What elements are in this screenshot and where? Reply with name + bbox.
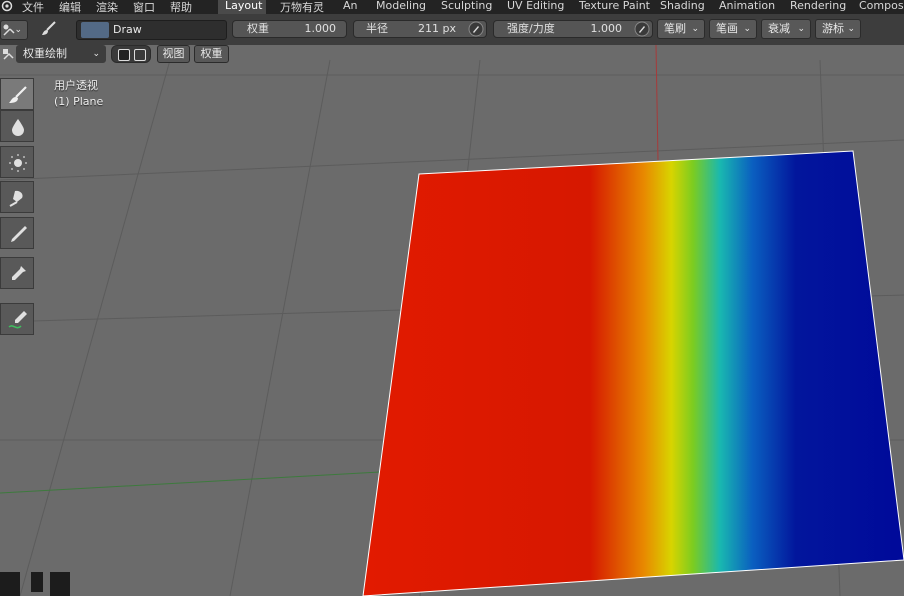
tool-average[interactable] (0, 146, 34, 178)
brush-icon (42, 21, 56, 35)
tab-layout[interactable]: Layout (218, 0, 266, 14)
tab-modeling[interactable]: Modeling (376, 0, 426, 12)
tool-gradient[interactable] (0, 217, 34, 249)
viewport-grid (0, 44, 904, 596)
brush-dropdown[interactable]: 笔刷 ⌄ (657, 19, 705, 39)
weight-slider[interactable]: 权重 1.000 (232, 20, 347, 38)
mode-selector[interactable]: ⌄ (0, 20, 28, 40)
chevron-down-icon: ⌄ (743, 24, 751, 34)
weight-paint-mode-icon (3, 49, 14, 60)
view-menu[interactable]: 视图 (157, 45, 190, 63)
weight-plane (362, 150, 904, 596)
bottom-block-icon (31, 572, 43, 592)
radius-value: 211 px (418, 22, 456, 35)
brush-dropdown-label: 笔刷 (664, 22, 686, 35)
tab-animation[interactable]: Animation (719, 0, 775, 12)
tab-rendering[interactable]: Rendering (790, 0, 846, 12)
chevron-down-icon: ⌄ (14, 25, 22, 35)
cursor-dropdown-label: 游标 (822, 22, 844, 35)
bottom-block-icon (50, 572, 70, 596)
strength-label: 强度/力度 (507, 22, 555, 35)
tab-uv-editing[interactable]: UV Editing (507, 0, 564, 12)
tool-settings-header: ⌄ Draw 权重 1.000 半径 211 px 强度/力度 1.000 笔刷… (0, 14, 904, 45)
viewport-header: 权重绘制 ⌄ 视图 权重 (0, 45, 904, 65)
active-object-label: (1) Plane (54, 95, 104, 108)
chevron-down-icon: ⌄ (847, 24, 855, 34)
annotate-pen-icon (8, 311, 27, 329)
falloff-dropdown-label: 衰减 (768, 22, 790, 35)
tool-smear[interactable] (0, 181, 34, 213)
strength-slider[interactable]: 强度/力度 1.000 (493, 20, 653, 38)
brush-thumbnail-icon (81, 22, 109, 38)
tab-wanwuyouling[interactable]: 万物有灵 (280, 0, 324, 15)
tab-texture-paint[interactable]: Texture Paint (579, 0, 650, 12)
draw-brush-icon (9, 86, 27, 103)
bottom-block-icon (0, 572, 20, 596)
view-name-label: 用户透视 (54, 79, 98, 92)
tab-an[interactable]: An (343, 0, 358, 12)
menu-edit[interactable]: 编辑 (59, 0, 81, 15)
weights-menu[interactable]: 权重 (194, 45, 229, 63)
tool-annotate[interactable] (0, 303, 34, 335)
tab-sculpting[interactable]: Sculpting (441, 0, 492, 12)
menu-help[interactable]: 帮助 (170, 0, 192, 15)
cursor-dropdown[interactable]: 游标 ⌄ (815, 19, 861, 39)
eyedropper-icon (12, 266, 26, 280)
tab-compositing[interactable]: Composit (859, 0, 904, 12)
weight-value: 1.000 (304, 22, 337, 35)
smear-finger-icon (9, 190, 23, 207)
interaction-mode-dropdown[interactable]: 权重绘制 ⌄ (16, 45, 106, 63)
chevron-down-icon: ⌄ (797, 24, 805, 34)
tool-sample-weight[interactable] (0, 257, 34, 289)
blender-logo-icon[interactable] (1, 0, 13, 12)
stroke-dropdown[interactable]: 笔画 ⌄ (709, 19, 757, 39)
brush-selector[interactable]: Draw (76, 20, 227, 40)
menu-window[interactable]: 窗口 (133, 0, 155, 15)
chevron-down-icon: ⌄ (691, 24, 699, 34)
x-axis-line (0, 471, 381, 494)
menu-file[interactable]: 文件 (22, 0, 44, 15)
radius-label: 半径 (366, 22, 388, 35)
tab-shading[interactable]: Shading (660, 0, 705, 12)
tool-blur[interactable] (0, 110, 34, 142)
falloff-dropdown[interactable]: 衰减 ⌄ (761, 19, 811, 39)
brush-name-field[interactable]: Draw (113, 22, 142, 38)
blur-drop-icon (12, 119, 24, 136)
average-dots-icon (9, 154, 27, 172)
gradient-pen-icon (11, 226, 27, 242)
pressure-pen-icon[interactable] (467, 21, 485, 37)
menu-render[interactable]: 渲染 (96, 0, 118, 15)
viewport-shading-toggle[interactable] (111, 45, 151, 63)
stroke-dropdown-label: 笔画 (716, 22, 738, 35)
top-menu-bar: 文件 编辑 渲染 窗口 帮助 Layout 万物有灵 An Modeling S… (0, 0, 904, 14)
solid-shading-icon (118, 49, 130, 61)
pressure-pen-icon[interactable] (633, 21, 651, 37)
tool-draw[interactable] (0, 78, 34, 110)
strength-value: 1.000 (590, 22, 623, 35)
interaction-mode-label: 权重绘制 (23, 47, 67, 60)
chevron-down-icon: ⌄ (92, 49, 100, 59)
weight-label: 权重 (247, 22, 269, 35)
radius-slider[interactable]: 半径 211 px (353, 20, 487, 38)
wireframe-shading-icon (134, 49, 146, 61)
